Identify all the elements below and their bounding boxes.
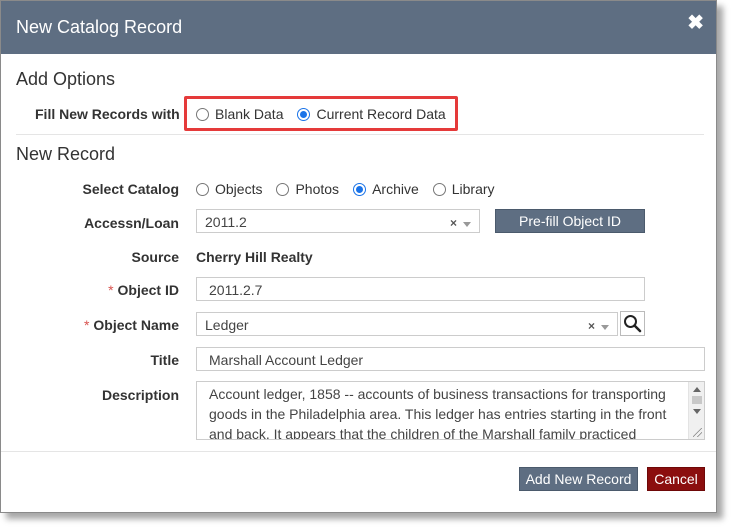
accession-loan-value: 2011.2 <box>205 214 247 230</box>
required-asterisk: * <box>83 317 90 333</box>
clear-icon[interactable]: × <box>588 319 595 333</box>
scroll-down-icon[interactable] <box>693 409 701 414</box>
source-label: Source <box>131 249 179 265</box>
radio-button-icon[interactable] <box>196 182 209 196</box>
radio-button-icon[interactable] <box>196 107 209 121</box>
add-new-record-button[interactable]: Add New Record <box>519 467 638 491</box>
object-name-value: Ledger <box>205 317 249 333</box>
close-icon[interactable]: ✖ <box>687 13 704 33</box>
prefill-object-id-button[interactable]: Pre-fill Object ID <box>495 209 645 233</box>
object-name-search-button[interactable] <box>620 311 645 336</box>
radio-current-record-data[interactable]: Current Record Data <box>297 106 446 122</box>
object-name-label-text: Object Name <box>93 317 179 333</box>
scroll-thumb[interactable] <box>692 396 702 404</box>
fill-new-records-label: Fill New Records with <box>35 106 180 122</box>
object-id-label: * Object ID <box>108 282 179 298</box>
section-divider <box>16 134 704 135</box>
radio-button-checked-icon[interactable] <box>353 182 367 196</box>
chevron-down-icon[interactable] <box>601 324 609 330</box>
cancel-button[interactable]: Cancel <box>647 467 705 491</box>
clear-icon[interactable]: × <box>450 216 457 230</box>
new-record-heading: New Record <box>16 144 116 164</box>
resize-handle-icon[interactable] <box>693 428 702 437</box>
radio-objects[interactable]: Objects <box>196 181 262 197</box>
description-textarea[interactable]: Account ledger, 1858 -- accounts of busi… <box>196 381 705 440</box>
accession-loan-label: Accessn/Loan <box>84 215 179 231</box>
radio-label: Blank Data <box>215 106 284 122</box>
radio-archive[interactable]: Archive <box>353 181 419 197</box>
radio-label: Archive <box>372 181 419 197</box>
radio-label: Objects <box>215 181 263 197</box>
radio-blank-data[interactable]: Blank Data <box>196 106 283 122</box>
fill-options-group: Blank Data Current Record Data <box>196 106 446 122</box>
dialog-titlebar: New Catalog Record ✖ <box>1 1 716 54</box>
radio-button-icon[interactable] <box>276 182 290 196</box>
description-text: Account ledger, 1858 -- accounts of busi… <box>209 386 667 440</box>
radio-button-checked-icon[interactable] <box>297 107 311 121</box>
catalog-options-group: Objects Photos Archive Library <box>196 181 495 197</box>
search-icon <box>624 315 642 333</box>
object-id-input[interactable]: 2011.2.7 <box>196 277 645 301</box>
radio-library[interactable]: Library <box>432 181 495 197</box>
object-id-label-text: Object ID <box>117 282 179 298</box>
object-name-label: * Object Name <box>84 317 179 333</box>
chevron-down-icon[interactable] <box>463 221 471 227</box>
footer-divider <box>1 451 716 452</box>
new-catalog-record-dialog: New Catalog Record ✖ Add Options Fill Ne… <box>0 0 717 513</box>
required-asterisk: * <box>108 282 114 298</box>
title-input[interactable]: Marshall Account Ledger <box>196 347 705 371</box>
radio-photos[interactable]: Photos <box>276 181 339 197</box>
select-catalog-label: Select Catalog <box>82 181 179 197</box>
radio-label: Library <box>451 181 495 197</box>
scroll-up-icon[interactable] <box>693 387 701 392</box>
add-options-heading: Add Options <box>16 69 116 89</box>
accession-loan-select[interactable]: 2011.2 × <box>196 209 480 233</box>
object-name-select[interactable]: Ledger × <box>196 312 618 336</box>
dialog-title: New Catalog Record <box>16 17 183 37</box>
source-value: Cherry Hill Realty <box>196 249 313 265</box>
title-label: Title <box>150 352 179 368</box>
radio-label: Photos <box>295 181 340 197</box>
radio-label: Current Record Data <box>316 106 446 122</box>
description-label: Description <box>101 387 179 403</box>
radio-button-icon[interactable] <box>432 182 446 196</box>
